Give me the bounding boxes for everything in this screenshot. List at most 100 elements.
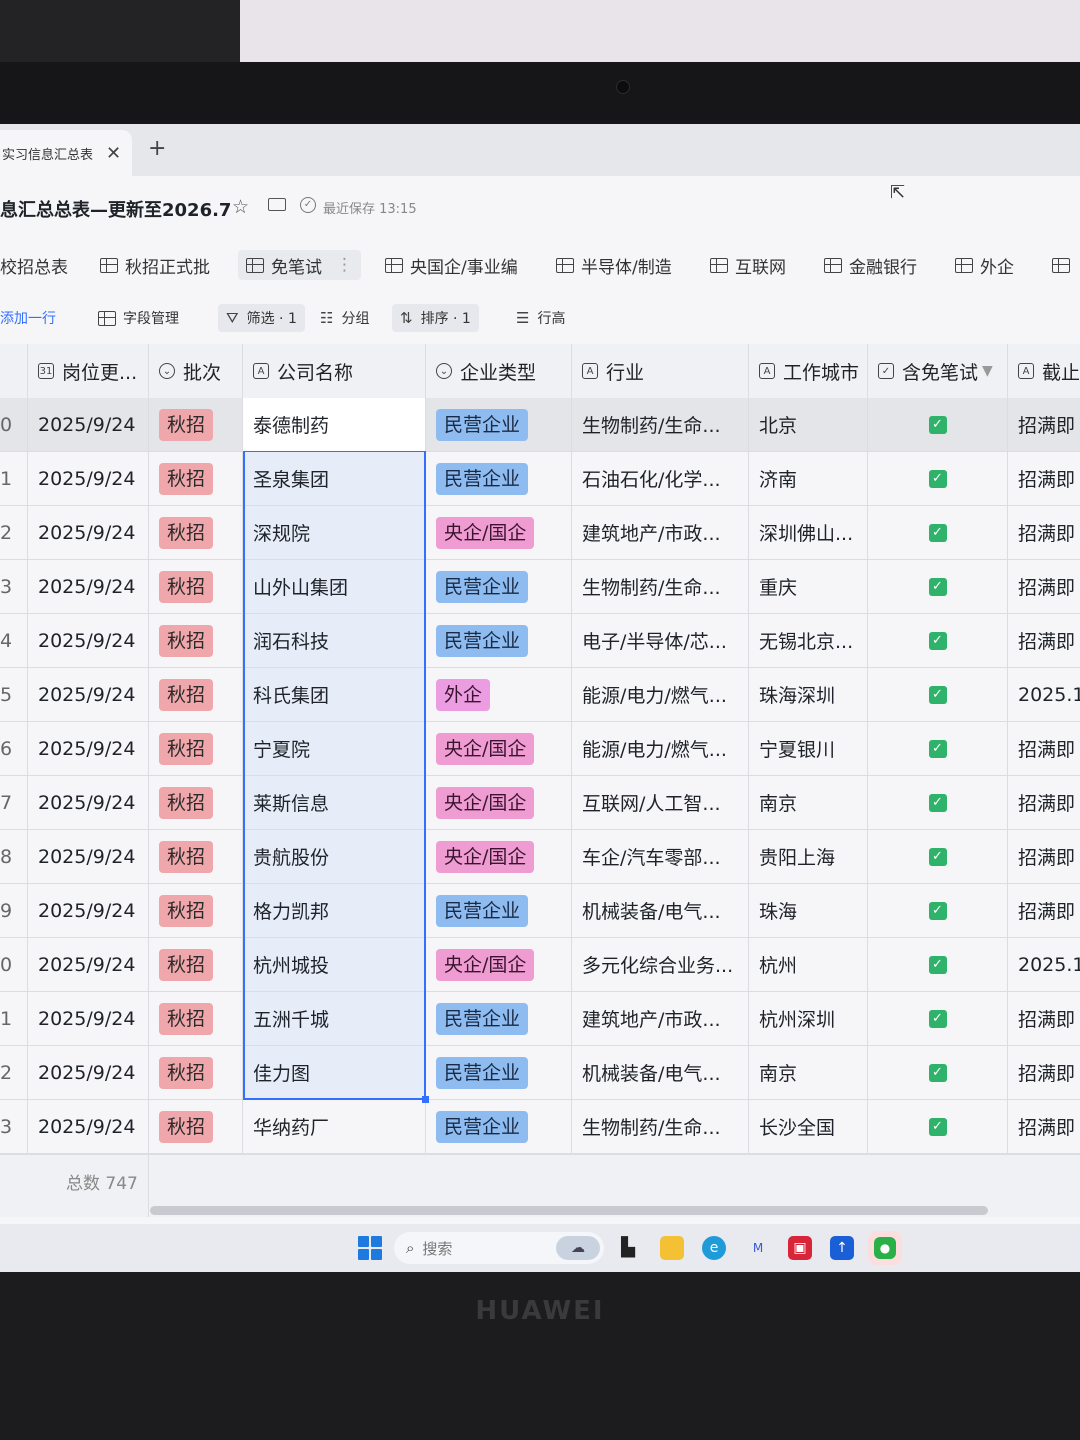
cell-free-test[interactable]: ✓	[868, 884, 1008, 937]
cell-date[interactable]: 2025/9/24	[28, 938, 149, 991]
header-industry[interactable]: A 行业	[572, 344, 749, 398]
filter-icon[interactable]: ▼	[982, 363, 993, 379]
cell-deadline[interactable]: 招满即	[1008, 1046, 1080, 1099]
cell-date[interactable]: 2025/9/24	[28, 884, 149, 937]
cell-city[interactable]: 贵阳上海	[749, 830, 868, 883]
cell-batch[interactable]: 秋招	[149, 776, 243, 829]
cell-free-test[interactable]: ✓	[868, 506, 1008, 559]
header-free-test[interactable]: ✓ 含免笔试 ▼	[868, 344, 1008, 398]
cell-batch[interactable]: 秋招	[149, 1100, 243, 1153]
cell-type[interactable]: 民营企业	[426, 452, 572, 505]
checked-icon[interactable]: ✓	[928, 1117, 947, 1136]
cell-company[interactable]: 佳力图	[243, 1046, 426, 1099]
cell-deadline[interactable]: 招满即	[1008, 398, 1080, 451]
sort-button[interactable]: ⇅ 排序 · 1	[392, 304, 479, 332]
cell-batch[interactable]: 秋招	[149, 992, 243, 1045]
table-row[interactable]: 2 2025/9/24 秋招 深规院 央企/国企 建筑地产/市政... 深圳佛山... ✓ 招满…	[0, 506, 1080, 560]
cell-industry[interactable]: 生物制药/生命...	[572, 560, 749, 613]
cell-date[interactable]: 2025/9/24	[28, 992, 149, 1045]
cell-type[interactable]: 央企/国企	[426, 722, 572, 775]
cell-deadline[interactable]: 招满即	[1008, 776, 1080, 829]
header-deadline[interactable]: A 截止	[1008, 344, 1080, 398]
cell-batch[interactable]: 秋招	[149, 560, 243, 613]
fill-handle[interactable]	[422, 1096, 429, 1103]
checked-icon[interactable]: ✓	[928, 847, 947, 866]
mail-icon[interactable]: M	[746, 1236, 770, 1260]
checked-icon[interactable]: ✓	[928, 631, 947, 650]
cell-city[interactable]: 杭州深圳	[749, 992, 868, 1045]
cell-free-test[interactable]: ✓	[868, 938, 1008, 991]
header-company[interactable]: A 公司名称	[243, 344, 426, 398]
cell-company[interactable]: 山外山集团	[243, 560, 426, 613]
header-date[interactable]: 31 岗位更...	[28, 344, 149, 398]
cell-type[interactable]: 民营企业	[426, 614, 572, 667]
cell-date[interactable]: 2025/9/24	[28, 722, 149, 775]
cell-city[interactable]: 重庆	[749, 560, 868, 613]
cell-batch[interactable]: 秋招	[149, 668, 243, 721]
cell-type[interactable]: 民营企业	[426, 884, 572, 937]
cell-deadline[interactable]: 2025.1	[1008, 668, 1080, 721]
cell-company[interactable]: 贵航股份	[243, 830, 426, 883]
cell-city[interactable]: 北京	[749, 398, 868, 451]
cell-city[interactable]: 长沙全国	[749, 1100, 868, 1153]
cell-batch[interactable]: 秋招	[149, 722, 243, 775]
header-type[interactable]: ⌄ 企业类型	[426, 344, 572, 398]
table-row[interactable]: 1 2025/9/24 秋招 五洲千城 民营企业 建筑地产/市政... 杭州深圳 ✓ 招满即	[0, 992, 1080, 1046]
widget-icon[interactable]: ☁	[556, 1236, 600, 1260]
tab-no-test[interactable]: 免笔试 ⋮	[238, 250, 361, 280]
cell-industry[interactable]: 建筑地产/市政...	[572, 506, 749, 559]
table-row[interactable]: 0 2025/9/24 秋招 泰德制药 民营企业 生物制药/生命... 北京 ✓ 招满即	[0, 398, 1080, 452]
close-icon[interactable]: ✕	[106, 143, 121, 164]
wechat-icon[interactable]: ●	[868, 1231, 902, 1265]
checked-icon[interactable]: ✓	[928, 1009, 947, 1028]
cell-type[interactable]: 央企/国企	[426, 506, 572, 559]
cell-batch[interactable]: 秋招	[149, 884, 243, 937]
edge-browser-icon[interactable]: e	[702, 1236, 726, 1260]
cell-industry[interactable]: 能源/电力/燃气...	[572, 668, 749, 721]
cell-free-test[interactable]: ✓	[868, 1100, 1008, 1153]
cell-city[interactable]: 宁夏银川	[749, 722, 868, 775]
cell-deadline[interactable]: 招满即	[1008, 614, 1080, 667]
cell-deadline[interactable]: 招满即	[1008, 884, 1080, 937]
cell-batch[interactable]: 秋招	[149, 1046, 243, 1099]
cell-batch[interactable]: 秋招	[149, 938, 243, 991]
table-row[interactable]: 5 2025/9/24 秋招 科氏集团 外企 能源/电力/燃气... 珠海深圳 ✓ 2025.1	[0, 668, 1080, 722]
cell-company[interactable]: 宁夏院	[243, 722, 426, 775]
table-row[interactable]: 2 2025/9/24 秋招 佳力图 民营企业 机械装备/电气... 南京 ✓ 招满即	[0, 1046, 1080, 1100]
cell-date[interactable]: 2025/9/24	[28, 614, 149, 667]
checked-icon[interactable]: ✓	[928, 739, 947, 758]
cell-free-test[interactable]: ✓	[868, 668, 1008, 721]
star-icon[interactable]: ☆	[232, 196, 249, 218]
cell-city[interactable]: 无锡北京...	[749, 614, 868, 667]
cell-industry[interactable]: 互联网/人工智...	[572, 776, 749, 829]
cell-deadline[interactable]: 招满即	[1008, 452, 1080, 505]
cell-city[interactable]: 济南	[749, 452, 868, 505]
cell-company[interactable]: 五洲千城	[243, 992, 426, 1045]
checked-icon[interactable]: ✓	[928, 1063, 947, 1082]
cell-type[interactable]: 外企	[426, 668, 572, 721]
file-explorer-icon[interactable]	[660, 1236, 684, 1260]
group-button[interactable]: ☷ 分组	[320, 304, 369, 332]
cell-industry[interactable]: 多元化综合业务...	[572, 938, 749, 991]
cell-type[interactable]: 民营企业	[426, 398, 572, 451]
cell-industry[interactable]: 机械装备/电气...	[572, 884, 749, 937]
cell-company[interactable]: 润石科技	[243, 614, 426, 667]
cell-free-test[interactable]: ✓	[868, 830, 1008, 883]
cell-type[interactable]: 民营企业	[426, 560, 572, 613]
tab-campus-total[interactable]: 校招总表	[0, 250, 68, 280]
tab-finance[interactable]: 金融银行	[824, 250, 917, 280]
cell-type[interactable]: 民营企业	[426, 1100, 572, 1153]
cell-type[interactable]: 民营企业	[426, 1046, 572, 1099]
cell-industry[interactable]: 生物制药/生命...	[572, 398, 749, 451]
table-row[interactable]: 9 2025/9/24 秋招 格力凯邦 民营企业 机械装备/电气... 珠海 ✓ 招满即	[0, 884, 1080, 938]
cell-deadline[interactable]: 招满即	[1008, 992, 1080, 1045]
cell-company[interactable]: 格力凯邦	[243, 884, 426, 937]
cell-industry[interactable]: 机械装备/电气...	[572, 1046, 749, 1099]
table-row[interactable]: 3 2025/9/24 秋招 华纳药厂 民营企业 生物制药/生命... 长沙全国 ✓ 招满即	[0, 1100, 1080, 1154]
cell-batch[interactable]: 秋招	[149, 830, 243, 883]
more-icon[interactable]: ⋮	[336, 255, 353, 275]
table-row[interactable]: 8 2025/9/24 秋招 贵航股份 央企/国企 车企/汽车零部... 贵阳上海 ✓ 招满即	[0, 830, 1080, 884]
horizontal-scrollbar[interactable]	[150, 1206, 988, 1215]
cell-industry[interactable]: 生物制药/生命...	[572, 1100, 749, 1153]
cell-batch[interactable]: 秋招	[149, 506, 243, 559]
